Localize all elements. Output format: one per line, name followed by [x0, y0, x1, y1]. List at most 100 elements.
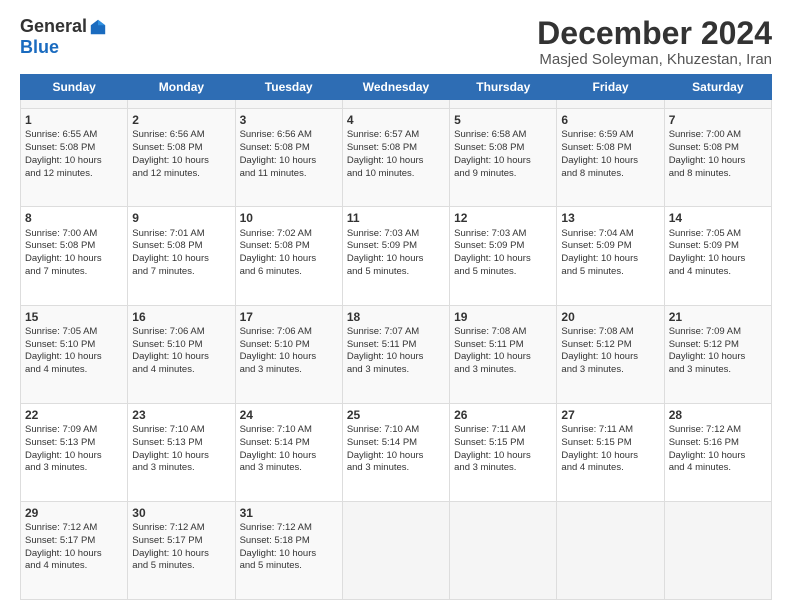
table-row: 31Sunrise: 7:12 AMSunset: 5:18 PMDayligh…: [235, 501, 342, 599]
table-row: 7Sunrise: 7:00 AMSunset: 5:08 PMDaylight…: [664, 109, 771, 207]
table-row: 13Sunrise: 7:04 AMSunset: 5:09 PMDayligh…: [557, 207, 664, 305]
calendar-week-4: 22Sunrise: 7:09 AMSunset: 5:13 PMDayligh…: [21, 403, 772, 501]
day-info: Sunset: 5:09 PM: [347, 240, 445, 253]
day-info: and 6 minutes.: [240, 266, 338, 279]
day-info: and 3 minutes.: [25, 462, 123, 475]
day-number: 5: [454, 112, 552, 128]
table-row: 30Sunrise: 7:12 AMSunset: 5:17 PMDayligh…: [128, 501, 235, 599]
day-info: and 7 minutes.: [132, 266, 230, 279]
table-row: 18Sunrise: 7:07 AMSunset: 5:11 PMDayligh…: [342, 305, 449, 403]
day-number: 6: [561, 112, 659, 128]
table-row: 9Sunrise: 7:01 AMSunset: 5:08 PMDaylight…: [128, 207, 235, 305]
table-row: 3Sunrise: 6:56 AMSunset: 5:08 PMDaylight…: [235, 109, 342, 207]
day-info: Sunrise: 7:09 AM: [25, 424, 123, 437]
table-row: [664, 501, 771, 599]
day-number: 21: [669, 309, 767, 325]
day-number: 9: [132, 210, 230, 226]
day-number: 7: [669, 112, 767, 128]
day-info: Sunrise: 7:01 AM: [132, 228, 230, 241]
day-number: 31: [240, 505, 338, 521]
day-info: Sunset: 5:08 PM: [25, 142, 123, 155]
day-info: Sunset: 5:08 PM: [132, 240, 230, 253]
day-info: Daylight: 10 hours: [347, 450, 445, 463]
table-row: 19Sunrise: 7:08 AMSunset: 5:11 PMDayligh…: [450, 305, 557, 403]
day-info: Sunrise: 7:00 AM: [25, 228, 123, 241]
day-info: Daylight: 10 hours: [240, 351, 338, 364]
day-info: and 12 minutes.: [132, 168, 230, 181]
day-info: and 5 minutes.: [454, 266, 552, 279]
calendar-week-3: 15Sunrise: 7:05 AMSunset: 5:10 PMDayligh…: [21, 305, 772, 403]
day-info: Sunset: 5:08 PM: [454, 142, 552, 155]
day-number: 30: [132, 505, 230, 521]
day-info: Sunrise: 7:11 AM: [454, 424, 552, 437]
day-info: and 4 minutes.: [25, 364, 123, 377]
day-info: Sunrise: 7:12 AM: [669, 424, 767, 437]
table-row: [557, 501, 664, 599]
table-row: 27Sunrise: 7:11 AMSunset: 5:15 PMDayligh…: [557, 403, 664, 501]
day-info: Daylight: 10 hours: [132, 548, 230, 561]
day-info: Sunset: 5:14 PM: [240, 437, 338, 450]
day-info: Daylight: 10 hours: [669, 253, 767, 266]
day-info: Sunset: 5:10 PM: [240, 339, 338, 352]
day-info: Sunset: 5:08 PM: [25, 240, 123, 253]
day-info: Sunset: 5:08 PM: [561, 142, 659, 155]
day-number: 24: [240, 407, 338, 423]
day-info: Daylight: 10 hours: [454, 351, 552, 364]
day-number: 19: [454, 309, 552, 325]
day-number: 29: [25, 505, 123, 521]
day-info: Sunset: 5:14 PM: [347, 437, 445, 450]
table-row: 22Sunrise: 7:09 AMSunset: 5:13 PMDayligh…: [21, 403, 128, 501]
day-number: 1: [25, 112, 123, 128]
day-info: Daylight: 10 hours: [454, 450, 552, 463]
day-info: Sunrise: 7:12 AM: [132, 522, 230, 535]
day-info: and 3 minutes.: [669, 364, 767, 377]
header: General Blue December 2024 Masjed Soleym…: [20, 16, 772, 68]
table-row: 26Sunrise: 7:11 AMSunset: 5:15 PMDayligh…: [450, 403, 557, 501]
table-row: [128, 100, 235, 109]
day-info: Sunset: 5:08 PM: [132, 142, 230, 155]
day-info: Sunset: 5:13 PM: [132, 437, 230, 450]
calendar-week-1: 1Sunrise: 6:55 AMSunset: 5:08 PMDaylight…: [21, 109, 772, 207]
day-number: 25: [347, 407, 445, 423]
day-info: Sunset: 5:11 PM: [347, 339, 445, 352]
day-info: Daylight: 10 hours: [132, 450, 230, 463]
day-info: and 4 minutes.: [669, 266, 767, 279]
day-info: Daylight: 10 hours: [454, 253, 552, 266]
day-info: Daylight: 10 hours: [347, 351, 445, 364]
col-saturday: Saturday: [664, 75, 771, 100]
day-info: Sunset: 5:08 PM: [240, 240, 338, 253]
day-info: and 5 minutes.: [347, 266, 445, 279]
day-info: and 4 minutes.: [132, 364, 230, 377]
day-number: 2: [132, 112, 230, 128]
day-info: and 5 minutes.: [132, 560, 230, 573]
calendar-week-0: [21, 100, 772, 109]
day-info: Daylight: 10 hours: [347, 155, 445, 168]
day-info: and 5 minutes.: [561, 266, 659, 279]
title-section: December 2024 Masjed Soleyman, Khuzestan…: [537, 16, 772, 68]
day-number: 10: [240, 210, 338, 226]
table-row: [664, 100, 771, 109]
table-row: 29Sunrise: 7:12 AMSunset: 5:17 PMDayligh…: [21, 501, 128, 599]
day-number: 13: [561, 210, 659, 226]
day-info: Daylight: 10 hours: [25, 450, 123, 463]
day-number: 16: [132, 309, 230, 325]
day-info: and 10 minutes.: [347, 168, 445, 181]
table-row: [342, 100, 449, 109]
day-info: Sunrise: 7:10 AM: [240, 424, 338, 437]
page: General Blue December 2024 Masjed Soleym…: [0, 0, 792, 612]
day-info: Sunrise: 7:10 AM: [347, 424, 445, 437]
day-info: Daylight: 10 hours: [240, 450, 338, 463]
table-row: [235, 100, 342, 109]
day-info: Sunrise: 6:56 AM: [240, 129, 338, 142]
day-info: Sunrise: 6:56 AM: [132, 129, 230, 142]
day-info: and 12 minutes.: [25, 168, 123, 181]
day-info: Daylight: 10 hours: [561, 253, 659, 266]
day-info: Sunset: 5:15 PM: [561, 437, 659, 450]
day-info: Daylight: 10 hours: [25, 253, 123, 266]
day-info: Sunset: 5:12 PM: [669, 339, 767, 352]
day-info: and 11 minutes.: [240, 168, 338, 181]
day-info: and 7 minutes.: [25, 266, 123, 279]
day-info: Daylight: 10 hours: [132, 155, 230, 168]
day-info: Sunrise: 7:07 AM: [347, 326, 445, 339]
table-row: [450, 100, 557, 109]
